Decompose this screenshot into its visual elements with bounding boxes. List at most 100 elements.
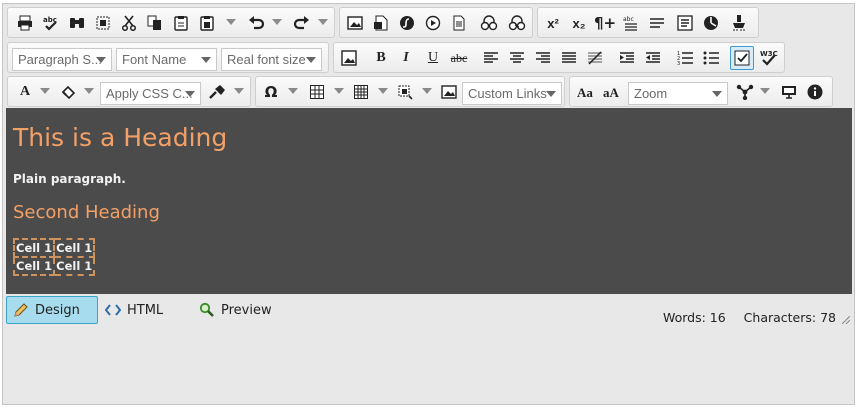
font-size-dropdown[interactable]: Real font size — [221, 48, 322, 71]
preview-mode-tab[interactable]: Preview — [199, 296, 272, 324]
strikethrough-button[interactable]: abc — [448, 47, 470, 69]
find-replace-icon[interactable] — [66, 12, 88, 34]
copy-icon[interactable] — [144, 12, 166, 34]
zoom-dropdown[interactable]: Zoom — [628, 82, 728, 105]
toolbar-group-fonts: Paragraph S... Font Name Real font size — [7, 42, 329, 73]
paste-icon[interactable] — [170, 12, 192, 34]
horizontal-rule-icon[interactable] — [646, 12, 668, 34]
subscript-icon[interactable]: x₂ — [568, 12, 590, 34]
snippet-dropdown-arrow[interactable] — [422, 88, 432, 94]
underline-button[interactable]: U — [422, 47, 444, 69]
paste-dropdown-arrow[interactable] — [226, 19, 236, 25]
document-manager-icon[interactable] — [370, 12, 392, 34]
table-cell: Cell 1 — [53, 256, 96, 276]
content-paragraph: Plain paragraph. — [13, 172, 126, 186]
template-manager-icon[interactable] — [448, 12, 470, 34]
table-cell: Cell 1 — [12, 238, 56, 258]
custom-links-dropdown[interactable]: Custom Links — [462, 82, 562, 105]
html-mode-label: HTML — [127, 302, 164, 318]
module-icon[interactable] — [700, 12, 722, 34]
toolbar-group-editing: abc — [7, 7, 335, 38]
code-brackets-icon — [105, 304, 121, 316]
toolbar-group-view: Aa aA Zoom — [569, 76, 833, 107]
insert-symbol-button[interactable]: Ω — [260, 81, 282, 103]
toggle-screen-mode-icon[interactable] — [778, 81, 800, 103]
paragraph-mark-icon[interactable]: ¶+ — [594, 12, 616, 34]
chevron-down-icon — [201, 57, 211, 63]
align-left-icon[interactable] — [480, 47, 502, 69]
toolbar-row-2: Paragraph S... Font Name Real font size … — [3, 39, 856, 75]
select-all-icon[interactable] — [92, 12, 114, 34]
css-class-dropdown[interactable]: Apply CSS C... — [100, 82, 201, 105]
indent-icon[interactable] — [616, 47, 638, 69]
unlink-icon[interactable] — [506, 12, 528, 34]
design-mode-label: Design — [35, 302, 80, 318]
resize-grip-icon[interactable] — [842, 316, 850, 324]
about-info-icon[interactable] — [804, 81, 826, 103]
outdent-icon[interactable] — [642, 47, 664, 69]
paste-options-icon[interactable] — [196, 12, 218, 34]
italic-button[interactable]: I — [395, 47, 417, 69]
convert-upper-button[interactable]: Aa — [574, 81, 596, 103]
table-row: Cell 1 Cell 1 — [12, 256, 96, 276]
toolbar-group-colors: A Apply CSS C... — [7, 76, 251, 107]
redo-dropdown-arrow[interactable] — [318, 19, 328, 25]
modules-dropdown-arrow[interactable] — [760, 88, 770, 94]
remove-alignment-icon[interactable] — [584, 47, 606, 69]
bulleted-list-icon[interactable] — [700, 47, 722, 69]
xhtml-validator-toggle[interactable] — [730, 46, 754, 70]
print-icon[interactable] — [14, 12, 36, 34]
insert-snippet-icon[interactable] — [394, 81, 416, 103]
link-manager-icon[interactable] — [478, 12, 500, 34]
media-manager-icon[interactable] — [422, 12, 444, 34]
form-element-icon[interactable] — [674, 12, 696, 34]
symbol-dropdown-arrow[interactable] — [288, 88, 298, 94]
editor-content-area[interactable]: This is a Heading Plain paragraph. Secon… — [6, 108, 852, 294]
insert-table-icon[interactable] — [306, 81, 328, 103]
back-color-icon[interactable] — [58, 81, 80, 103]
format-painter-icon[interactable] — [206, 81, 228, 103]
spellcheck-icon[interactable]: abc — [40, 12, 62, 34]
w3c-validator-icon[interactable]: W3C — [758, 47, 780, 69]
paragraph-style-dropdown[interactable]: Paragraph S... — [12, 48, 112, 71]
abc-spell-icon[interactable]: abc — [620, 12, 642, 34]
toolbar-row-3: A Apply CSS C... Ω Custom Links Aa aA Zo… — [3, 73, 856, 109]
align-center-icon[interactable] — [506, 47, 528, 69]
table-properties-icon[interactable] — [350, 81, 372, 103]
character-count: Characters: 78 — [743, 310, 836, 325]
fore-color-button[interactable]: A — [14, 81, 36, 103]
word-count: Words: 16 — [662, 310, 726, 325]
bold-button[interactable]: B — [370, 47, 392, 69]
cut-icon[interactable] — [118, 12, 140, 34]
justify-icon[interactable] — [558, 47, 580, 69]
image-properties-icon[interactable] — [338, 47, 360, 69]
align-right-icon[interactable] — [532, 47, 554, 69]
table-properties-dropdown-arrow[interactable] — [378, 88, 388, 94]
format-stripper-icon[interactable] — [728, 12, 750, 34]
status-bar: Words: 16 Characters: 78 — [663, 310, 836, 325]
superscript-icon[interactable]: x² — [542, 12, 564, 34]
svg-text:W3C: W3C — [760, 50, 778, 58]
css-class-value: Apply CSS C... — [106, 86, 193, 101]
back-color-dropdown-arrow[interactable] — [84, 88, 94, 94]
chevron-down-icon — [546, 91, 556, 97]
undo-icon[interactable] — [246, 12, 268, 34]
table-row: Cell 1 Cell 1 — [12, 238, 96, 258]
image-manager-icon[interactable] — [344, 12, 366, 34]
flash-manager-icon[interactable] — [396, 12, 418, 34]
html-mode-tab[interactable]: HTML — [105, 296, 163, 324]
image-map-icon[interactable] — [438, 81, 460, 103]
modules-manager-icon[interactable] — [734, 81, 756, 103]
chevron-down-icon — [306, 57, 316, 63]
convert-lower-button[interactable]: aA — [600, 81, 622, 103]
redo-icon[interactable] — [290, 12, 312, 34]
table-cell: Cell 1 — [53, 238, 96, 258]
format-painter-dropdown-arrow[interactable] — [234, 88, 244, 94]
numbered-list-icon[interactable]: 123 — [674, 47, 696, 69]
font-name-dropdown[interactable]: Font Name — [116, 48, 217, 71]
table-dropdown-arrow[interactable] — [334, 88, 344, 94]
fore-color-dropdown-arrow[interactable] — [40, 88, 50, 94]
font-name-value: Font Name — [122, 52, 187, 67]
undo-dropdown-arrow[interactable] — [272, 19, 282, 25]
design-mode-tab[interactable]: Design — [6, 296, 98, 324]
